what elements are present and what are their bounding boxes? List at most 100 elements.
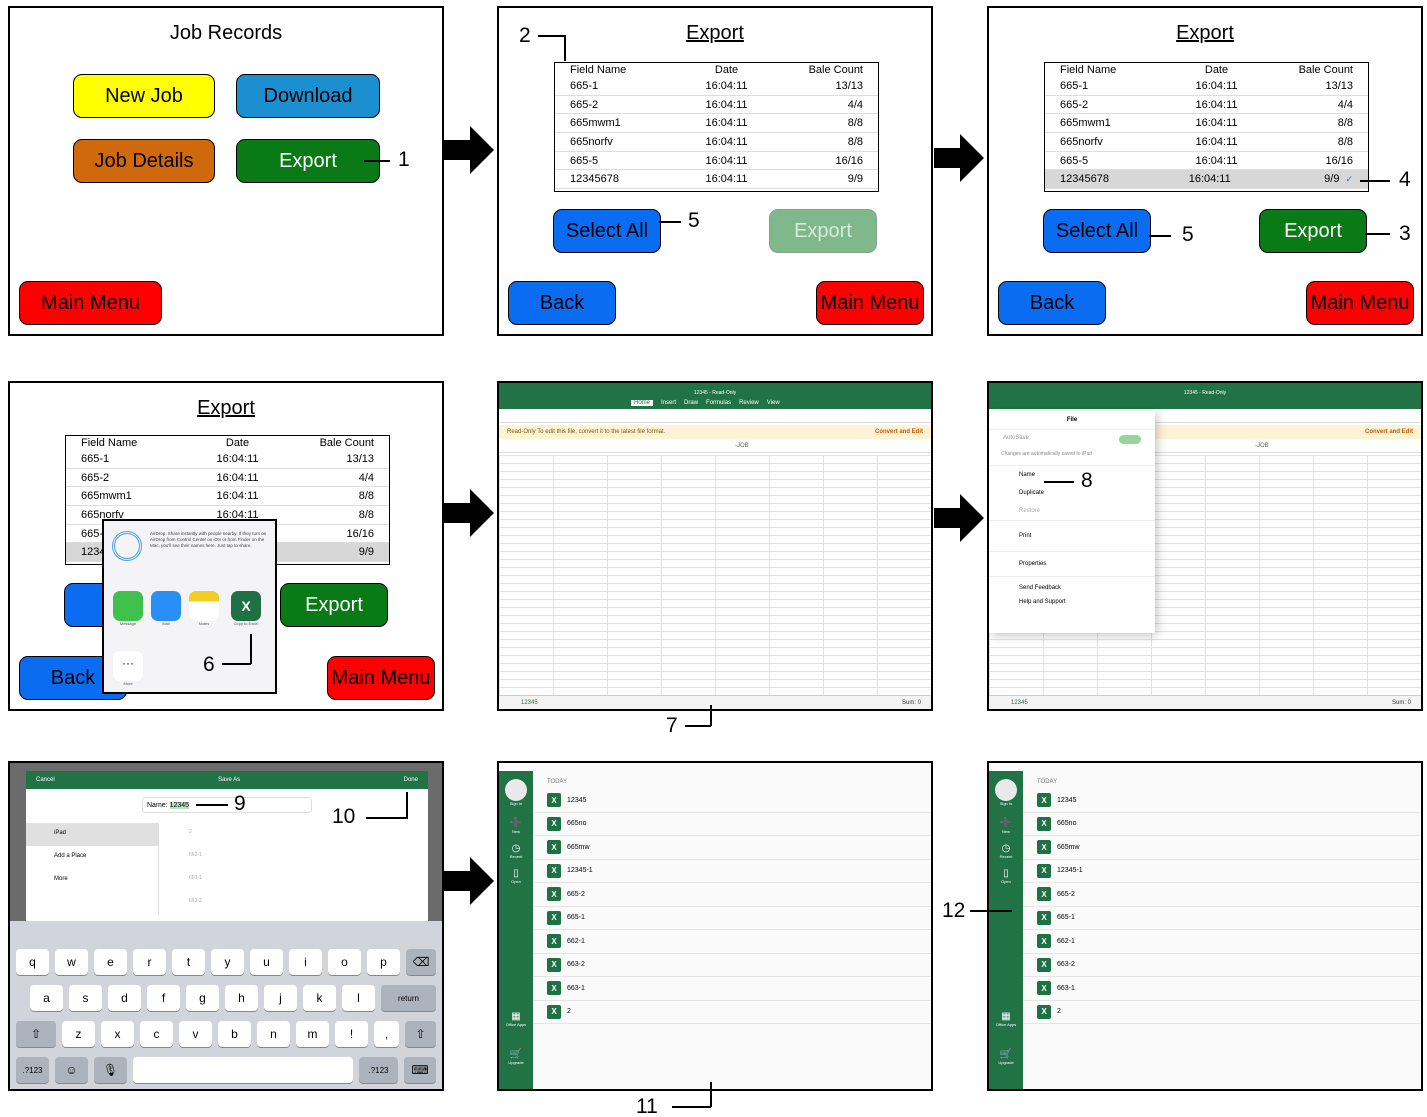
list-item[interactable]: X 665no	[1023, 813, 1421, 836]
tab-draw[interactable]: Draw	[684, 400, 698, 406]
key-g[interactable]: g	[186, 985, 219, 1011]
done-button[interactable]: Done	[404, 777, 418, 783]
shift-key-right[interactable]: ⇧	[405, 1021, 436, 1047]
select-all-button[interactable]: Select All	[1043, 209, 1151, 253]
table-row[interactable]: 665norfv 16:04:11 8/8	[555, 133, 878, 152]
list-item[interactable]: X 12345	[1023, 789, 1421, 813]
list-item[interactable]: X 665-1	[533, 907, 931, 930]
sidebar-item-office-apps[interactable]: ▦ Office Apps	[989, 1011, 1023, 1028]
sidebar-item-open[interactable]: ▯ Open	[499, 868, 533, 885]
app-mail[interactable]: Mail	[150, 591, 182, 626]
table-row[interactable]: 665mwm1 16:04:11 8/8	[66, 487, 389, 507]
file-item[interactable]: 2	[159, 823, 290, 846]
avatar[interactable]	[995, 779, 1017, 801]
return-key[interactable]: return	[381, 985, 436, 1011]
menu-item-help[interactable]: Help and Support	[989, 595, 1155, 609]
key-w[interactable]: w	[55, 949, 88, 975]
export-button[interactable]: Export	[236, 139, 380, 183]
numbers-key[interactable]: .?123	[16, 1057, 49, 1083]
list-item[interactable]: X2	[533, 1001, 931, 1024]
space-key[interactable]	[133, 1057, 353, 1083]
file-item[interactable]: 663-1	[159, 869, 290, 892]
key-h[interactable]: h	[225, 985, 258, 1011]
sheet-tab[interactable]: 12345	[521, 700, 538, 706]
key-s[interactable]: s	[69, 985, 102, 1011]
table-row[interactable]: 665-1 16:04:11 13/13	[555, 77, 878, 96]
table-row[interactable]: 665-2 16:04:11 4/4	[555, 96, 878, 115]
tab-home[interactable]: Home	[631, 400, 654, 406]
menu-item-properties[interactable]: Properties	[989, 552, 1155, 577]
key-i[interactable]: i	[289, 949, 322, 975]
app-notes[interactable]: Notes	[188, 591, 220, 626]
tab-formulas[interactable]: Formulas	[706, 400, 731, 406]
sidebar-item-upgrade[interactable]: 🛒 Upgrade	[499, 1049, 533, 1066]
sidebar-item-new[interactable]: ➕ New	[989, 818, 1023, 835]
key-a[interactable]: a	[30, 985, 63, 1011]
numbers-key-right[interactable]: .?123	[359, 1057, 398, 1083]
more-button[interactable]: ··· More	[112, 651, 144, 686]
main-menu-button[interactable]: Main Menu	[816, 281, 924, 325]
job-details-button[interactable]: Job Details	[73, 139, 215, 183]
spreadsheet-grid[interactable]	[499, 455, 931, 695]
autosave-row[interactable]: AutoSave	[989, 430, 1155, 449]
file-item[interactable]: 662-1	[159, 846, 290, 869]
key-e[interactable]: e	[94, 949, 127, 975]
table-row[interactable]: 665-516:04:1116/16	[555, 152, 878, 171]
list-item[interactable]: X 665no	[533, 813, 931, 836]
select-all-button[interactable]: Select All	[553, 209, 661, 253]
export-button-disabled[interactable]: Export	[769, 209, 877, 253]
list-item[interactable]: X 12345	[533, 789, 931, 813]
list-item[interactable]: X 665-1	[1023, 907, 1421, 930]
sidebar-item-sign-in[interactable]: Sign In	[499, 801, 533, 806]
key-exclaim[interactable]: !	[335, 1021, 368, 1047]
shift-key[interactable]: ⇧	[16, 1021, 56, 1047]
back-button[interactable]: Back	[508, 281, 616, 325]
list-item[interactable]: X2	[1023, 1001, 1421, 1024]
tab-view[interactable]: View	[767, 400, 780, 406]
main-menu-button[interactable]: Main Menu	[1306, 281, 1414, 325]
cancel-button[interactable]: Cancel	[36, 777, 55, 783]
key-l[interactable]: l	[342, 985, 375, 1011]
key-n[interactable]: n	[257, 1021, 290, 1047]
location-more[interactable]: More	[26, 869, 158, 892]
table-row[interactable]: 665mwm1 16:04:11 8/8	[555, 114, 878, 134]
key-z[interactable]: z	[62, 1021, 95, 1047]
table-row[interactable]: 665-1 16:04:11 13/13	[1045, 77, 1368, 96]
location-add-place[interactable]: Add a Place	[26, 846, 158, 869]
key-m[interactable]: m	[296, 1021, 329, 1047]
emoji-key[interactable]: ☺	[55, 1057, 88, 1083]
key-b[interactable]: b	[218, 1021, 251, 1047]
tab-review[interactable]: Review	[739, 400, 759, 406]
list-item[interactable]: X 12345-1	[1023, 860, 1421, 883]
main-menu-button[interactable]: Main Menu	[19, 281, 162, 325]
key-r[interactable]: r	[133, 949, 166, 975]
table-row-selected[interactable]: 12345678 16:04:11 9/9 ✓	[1045, 170, 1368, 190]
file-item[interactable]: 663-2	[159, 892, 290, 915]
convert-and-edit-button[interactable]: Convert and Edit	[875, 429, 923, 435]
app-message[interactable]: Message	[112, 591, 144, 626]
key-k[interactable]: k	[303, 985, 336, 1011]
sheet-tab[interactable]: 12345	[1011, 700, 1028, 706]
sidebar-item-new[interactable]: ➕ New	[499, 818, 533, 835]
export-button[interactable]: Export	[1259, 209, 1367, 253]
menu-item-duplicate[interactable]: Duplicate	[989, 484, 1155, 502]
avatar[interactable]	[505, 779, 527, 801]
download-button[interactable]: Download	[236, 74, 380, 118]
key-comma[interactable]: ,	[374, 1021, 399, 1047]
table-row[interactable]: 665mwm1 16:04:11 8/8	[1045, 114, 1368, 134]
list-item[interactable]: X 665-2	[1023, 883, 1421, 907]
list-item[interactable]: X 662-1	[1023, 930, 1421, 954]
key-f[interactable]: f	[147, 985, 180, 1011]
export-button[interactable]: Export	[280, 583, 388, 627]
list-item[interactable]: X 663-2	[1023, 954, 1421, 977]
menu-item-restore[interactable]: Restore	[989, 502, 1155, 521]
backspace-key[interactable]: ⌫	[406, 949, 436, 975]
list-item[interactable]: X 663-1	[533, 977, 931, 1001]
sidebar-item-sign-in[interactable]: Sign In	[989, 801, 1023, 806]
list-item[interactable]: X 665mw	[1023, 836, 1421, 860]
key-q[interactable]: q	[16, 949, 49, 975]
list-item[interactable]: X 663-2	[533, 954, 931, 977]
new-job-button[interactable]: New Job	[73, 74, 215, 118]
key-p[interactable]: p	[367, 949, 400, 975]
autosave-toggle[interactable]	[1119, 435, 1141, 444]
